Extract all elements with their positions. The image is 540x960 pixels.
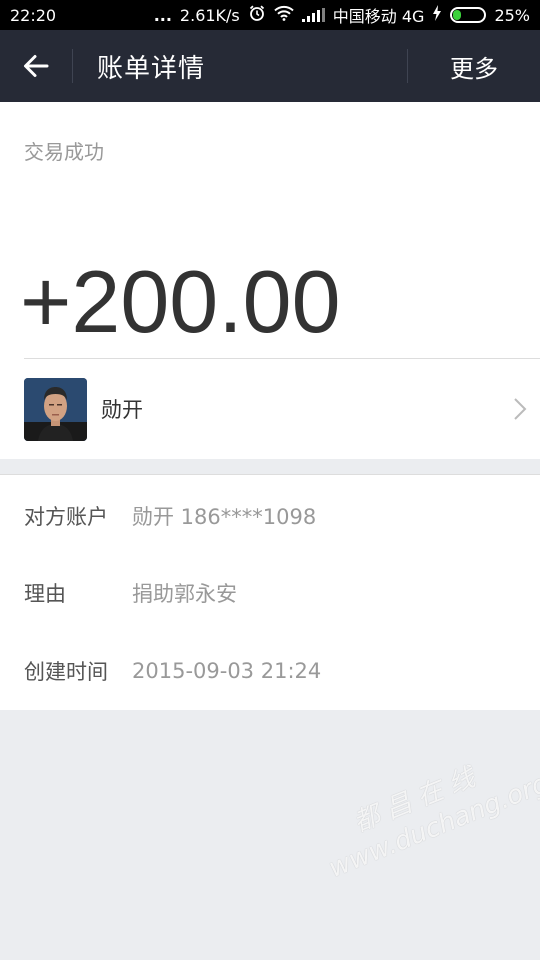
chevron-right-icon: [500, 397, 540, 421]
detail-row-reason: 理由 捐助郭永安: [0, 573, 540, 613]
detail-row-account: 对方账户 勋开 186****1098: [0, 496, 540, 536]
detail-value: 捐助郭永安: [132, 582, 237, 606]
detail-label: 创建时间: [24, 660, 108, 684]
back-button[interactable]: [0, 30, 72, 102]
detail-value: 2015-09-03 21:24: [132, 659, 322, 683]
app-header: 账单详情 更多: [0, 30, 540, 102]
battery-fill: [453, 10, 461, 20]
charging-icon: [432, 5, 442, 25]
arrow-left-icon: [24, 55, 49, 77]
counterparty-row[interactable]: 勋开: [0, 359, 540, 459]
network-speed: 2.61K/s: [179, 5, 240, 25]
detail-label: 理由: [24, 582, 66, 606]
counterparty-name: 勋开: [101, 398, 143, 422]
avatar: [24, 377, 87, 441]
wifi-icon: [274, 5, 294, 25]
status-bar: 22:20 ... 2.61K/s 中国移动 4G 25%: [0, 0, 540, 30]
watermark: 都昌在线 www.duchang.org: [310, 734, 540, 884]
detail-label: 对方账户: [24, 505, 108, 529]
status-time: 22:20: [10, 5, 57, 25]
detail-row-created-time: 创建时间 2015-09-03 21:24: [0, 651, 540, 691]
transaction-amount: +200.00: [20, 252, 341, 351]
alarm-icon: [248, 4, 266, 26]
notification-dots: ...: [153, 5, 172, 25]
more-button[interactable]: 更多: [408, 30, 540, 102]
detail-value: 勋开 186****1098: [132, 505, 317, 529]
details-card: 对方账户 勋开 186****1098 理由 捐助郭永安 创建时间 2015-0…: [0, 474, 540, 710]
signal-icon: [301, 8, 325, 22]
battery-icon: [450, 7, 487, 23]
carrier-label: 中国移动 4G: [332, 7, 425, 26]
page-title: 账单详情: [97, 53, 206, 84]
transaction-card: 交易成功 +200.00 勋开: [0, 102, 540, 459]
battery-percent: 25%: [494, 5, 530, 25]
status-indicators: ... 2.61K/s 中国移动 4G 25%: [154, 3, 530, 27]
transaction-status: 交易成功: [24, 140, 104, 164]
